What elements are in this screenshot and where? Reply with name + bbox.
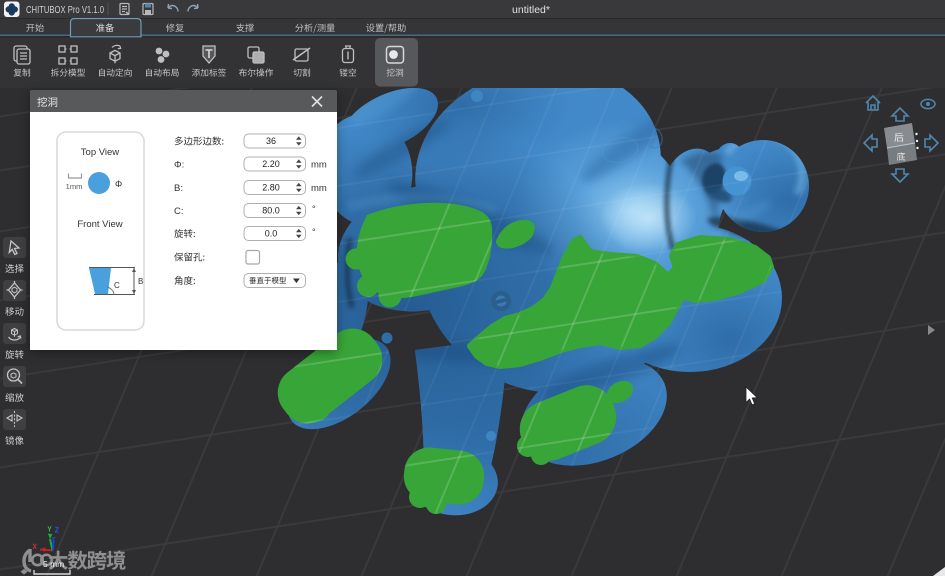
svg-text:1mm: 1mm [66,182,83,191]
svg-text:80.0: 80.0 [262,206,280,216]
svg-text:2.80: 2.80 [262,183,280,193]
svg-text:CHITUBOX Pro V1.1.0: CHITUBOX Pro V1.1.0 [26,4,104,16]
svg-text:0.0: 0.0 [265,229,278,239]
svg-text:°: ° [312,227,316,237]
svg-text:mm: mm [311,183,327,194]
svg-text:B:: B: [174,183,183,194]
svg-text:Top View: Top View [81,147,120,158]
svg-text:36: 36 [266,136,276,146]
svg-text:Φ: Φ [115,179,122,189]
svg-text:untitled*: untitled* [512,4,550,16]
svg-text:5 mm: 5 mm [43,559,64,569]
svg-text:2.20: 2.20 [262,159,280,169]
svg-text:mm: mm [311,160,327,171]
svg-text:C: C [114,281,120,290]
svg-text:B: B [138,277,143,286]
svg-text:Φ:: Φ: [174,160,184,171]
svg-text:Front View: Front View [77,219,122,230]
svg-text:C:: C: [174,206,184,217]
svg-text:°: ° [312,204,316,214]
